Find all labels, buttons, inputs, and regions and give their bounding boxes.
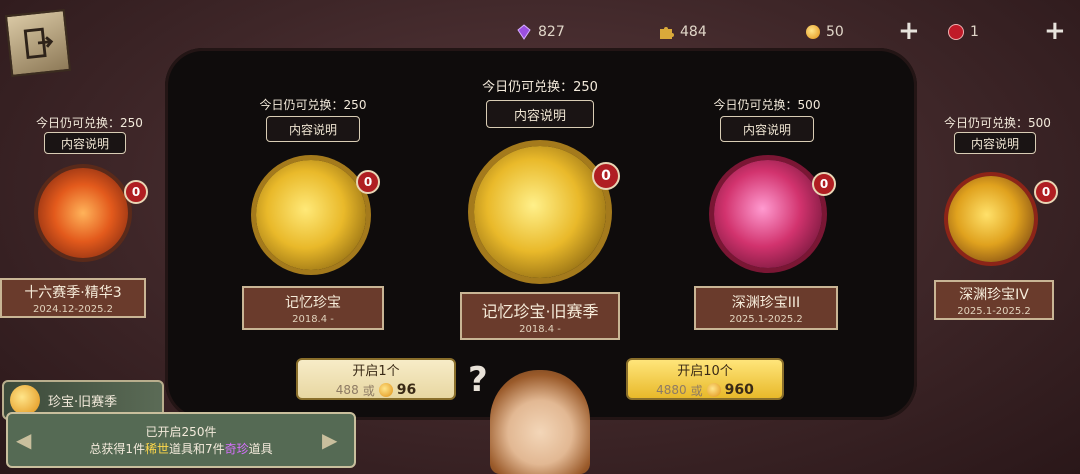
count-badge: 0 bbox=[356, 170, 380, 194]
count-badge: 0 bbox=[124, 180, 148, 204]
red-token-counter: 1 bbox=[948, 18, 979, 46]
gold-coin-icon bbox=[806, 25, 820, 39]
card-title: 深渊珍宝IV bbox=[959, 286, 1029, 303]
summary-text: 道具和7件 bbox=[168, 442, 225, 456]
prev-arrow[interactable]: ◀ bbox=[16, 428, 31, 452]
or-label: 或 bbox=[690, 383, 703, 398]
puzzle-count: 484 bbox=[680, 24, 707, 40]
info-button[interactable]: 内容说明 bbox=[44, 132, 126, 154]
card-title: 记忆珍宝·旧赛季 bbox=[481, 301, 599, 321]
open-ten-cost: 4880 或 960 bbox=[656, 382, 754, 399]
count-badge: 0 bbox=[1034, 180, 1058, 204]
treasure-medal-orange[interactable] bbox=[38, 168, 128, 258]
count-badge: 0 bbox=[812, 172, 836, 196]
card-title: 深渊珍宝III bbox=[731, 294, 801, 311]
gold-coin-icon bbox=[378, 383, 393, 397]
next-arrow[interactable]: ▶ bbox=[322, 428, 337, 452]
coin-cost: 960 bbox=[724, 382, 754, 398]
treasure-medal-pink[interactable] bbox=[714, 160, 822, 268]
card-quota: 今日仍可兑换：250 bbox=[482, 80, 598, 95]
summary-text: 道具 bbox=[248, 442, 273, 456]
epic-label: 奇珍 bbox=[224, 442, 249, 456]
coin-cost: 96 bbox=[396, 382, 417, 398]
puzzle-cost: 4880 bbox=[656, 383, 687, 397]
coin-counter: 50 bbox=[806, 18, 844, 46]
card-dates: 2025.1-2025.2 bbox=[957, 305, 1031, 317]
opened-count: 已开启250件 bbox=[145, 425, 217, 439]
open-ten-label: 开启10个 bbox=[677, 363, 733, 379]
add-token-button[interactable]: + bbox=[1044, 18, 1066, 44]
open-ten-button[interactable]: 开启10个 4880 或 960 bbox=[626, 358, 784, 400]
info-button[interactable]: 内容说明 bbox=[486, 100, 594, 128]
treasure-icon bbox=[10, 385, 40, 415]
gem-counter: 827 bbox=[516, 18, 565, 46]
exit-door-icon bbox=[23, 27, 54, 59]
treasure-medal-red-gold[interactable] bbox=[948, 176, 1034, 262]
card-title: 十六赛季·精华3 bbox=[24, 284, 122, 301]
red-token-count: 1 bbox=[970, 24, 979, 40]
add-coins-button[interactable]: + bbox=[898, 18, 920, 44]
or-label: 或 bbox=[362, 383, 375, 398]
card-quota: 今日仍可兑换：500 bbox=[713, 98, 821, 112]
red-token-icon bbox=[948, 24, 964, 40]
card-quota: 今日仍可兑换：250 bbox=[36, 116, 143, 130]
puzzle-piece-icon bbox=[660, 27, 674, 39]
summary-text: 总获得1件 bbox=[89, 442, 145, 456]
card-quota: 今日仍可兑换：500 bbox=[944, 116, 1051, 130]
treasure-medal-gold[interactable] bbox=[256, 160, 366, 270]
card-dates: 2018.4 - bbox=[292, 313, 334, 325]
open-one-cost: 488 或 96 bbox=[336, 382, 416, 399]
card-banner-selected[interactable]: 记忆珍宝·旧赛季 2018.4 - bbox=[460, 292, 620, 340]
treasure-medal-gold-selected[interactable] bbox=[474, 146, 606, 278]
exit-button[interactable] bbox=[4, 9, 72, 77]
series-tab-label: 珍宝·旧赛季 bbox=[48, 394, 118, 410]
mascot-character[interactable] bbox=[490, 370, 590, 474]
card-dates: 2018.4 - bbox=[519, 323, 561, 335]
gem-count: 827 bbox=[538, 24, 565, 40]
open-one-button[interactable]: 开启1个 488 或 96 bbox=[296, 358, 456, 400]
gold-coin-icon bbox=[706, 383, 721, 397]
coin-count: 50 bbox=[826, 24, 844, 40]
info-button[interactable]: 内容说明 bbox=[720, 116, 814, 142]
puzzle-counter: 484 bbox=[658, 18, 707, 46]
purple-gem-icon bbox=[517, 24, 531, 40]
card-title: 记忆珍宝 bbox=[285, 294, 341, 311]
card-banner[interactable]: 记忆珍宝 2018.4 - bbox=[242, 286, 384, 330]
summary-panel: 已开启250件 总获得1件稀世道具和7件奇珍道具 bbox=[6, 412, 356, 468]
count-badge: 0 bbox=[592, 162, 620, 190]
card-dates: 2024.12-2025.2 bbox=[33, 303, 113, 315]
info-button[interactable]: 内容说明 bbox=[954, 132, 1036, 154]
card-banner[interactable]: 深渊珍宝III 2025.1-2025.2 bbox=[694, 286, 838, 330]
puzzle-cost: 488 bbox=[335, 383, 359, 397]
info-button[interactable]: 内容说明 bbox=[266, 116, 360, 142]
card-banner[interactable]: 深渊珍宝IV 2025.1-2025.2 bbox=[934, 280, 1054, 320]
card-dates: 2025.1-2025.2 bbox=[729, 313, 803, 325]
open-one-label: 开启1个 bbox=[352, 363, 400, 379]
obtained-summary: 总获得1件稀世道具和7件奇珍道具 bbox=[89, 440, 272, 457]
rare-label: 稀世 bbox=[144, 442, 169, 456]
card-quota: 今日仍可兑换：250 bbox=[259, 98, 367, 112]
card-banner[interactable]: 十六赛季·精华3 2024.12-2025.2 bbox=[0, 278, 146, 318]
